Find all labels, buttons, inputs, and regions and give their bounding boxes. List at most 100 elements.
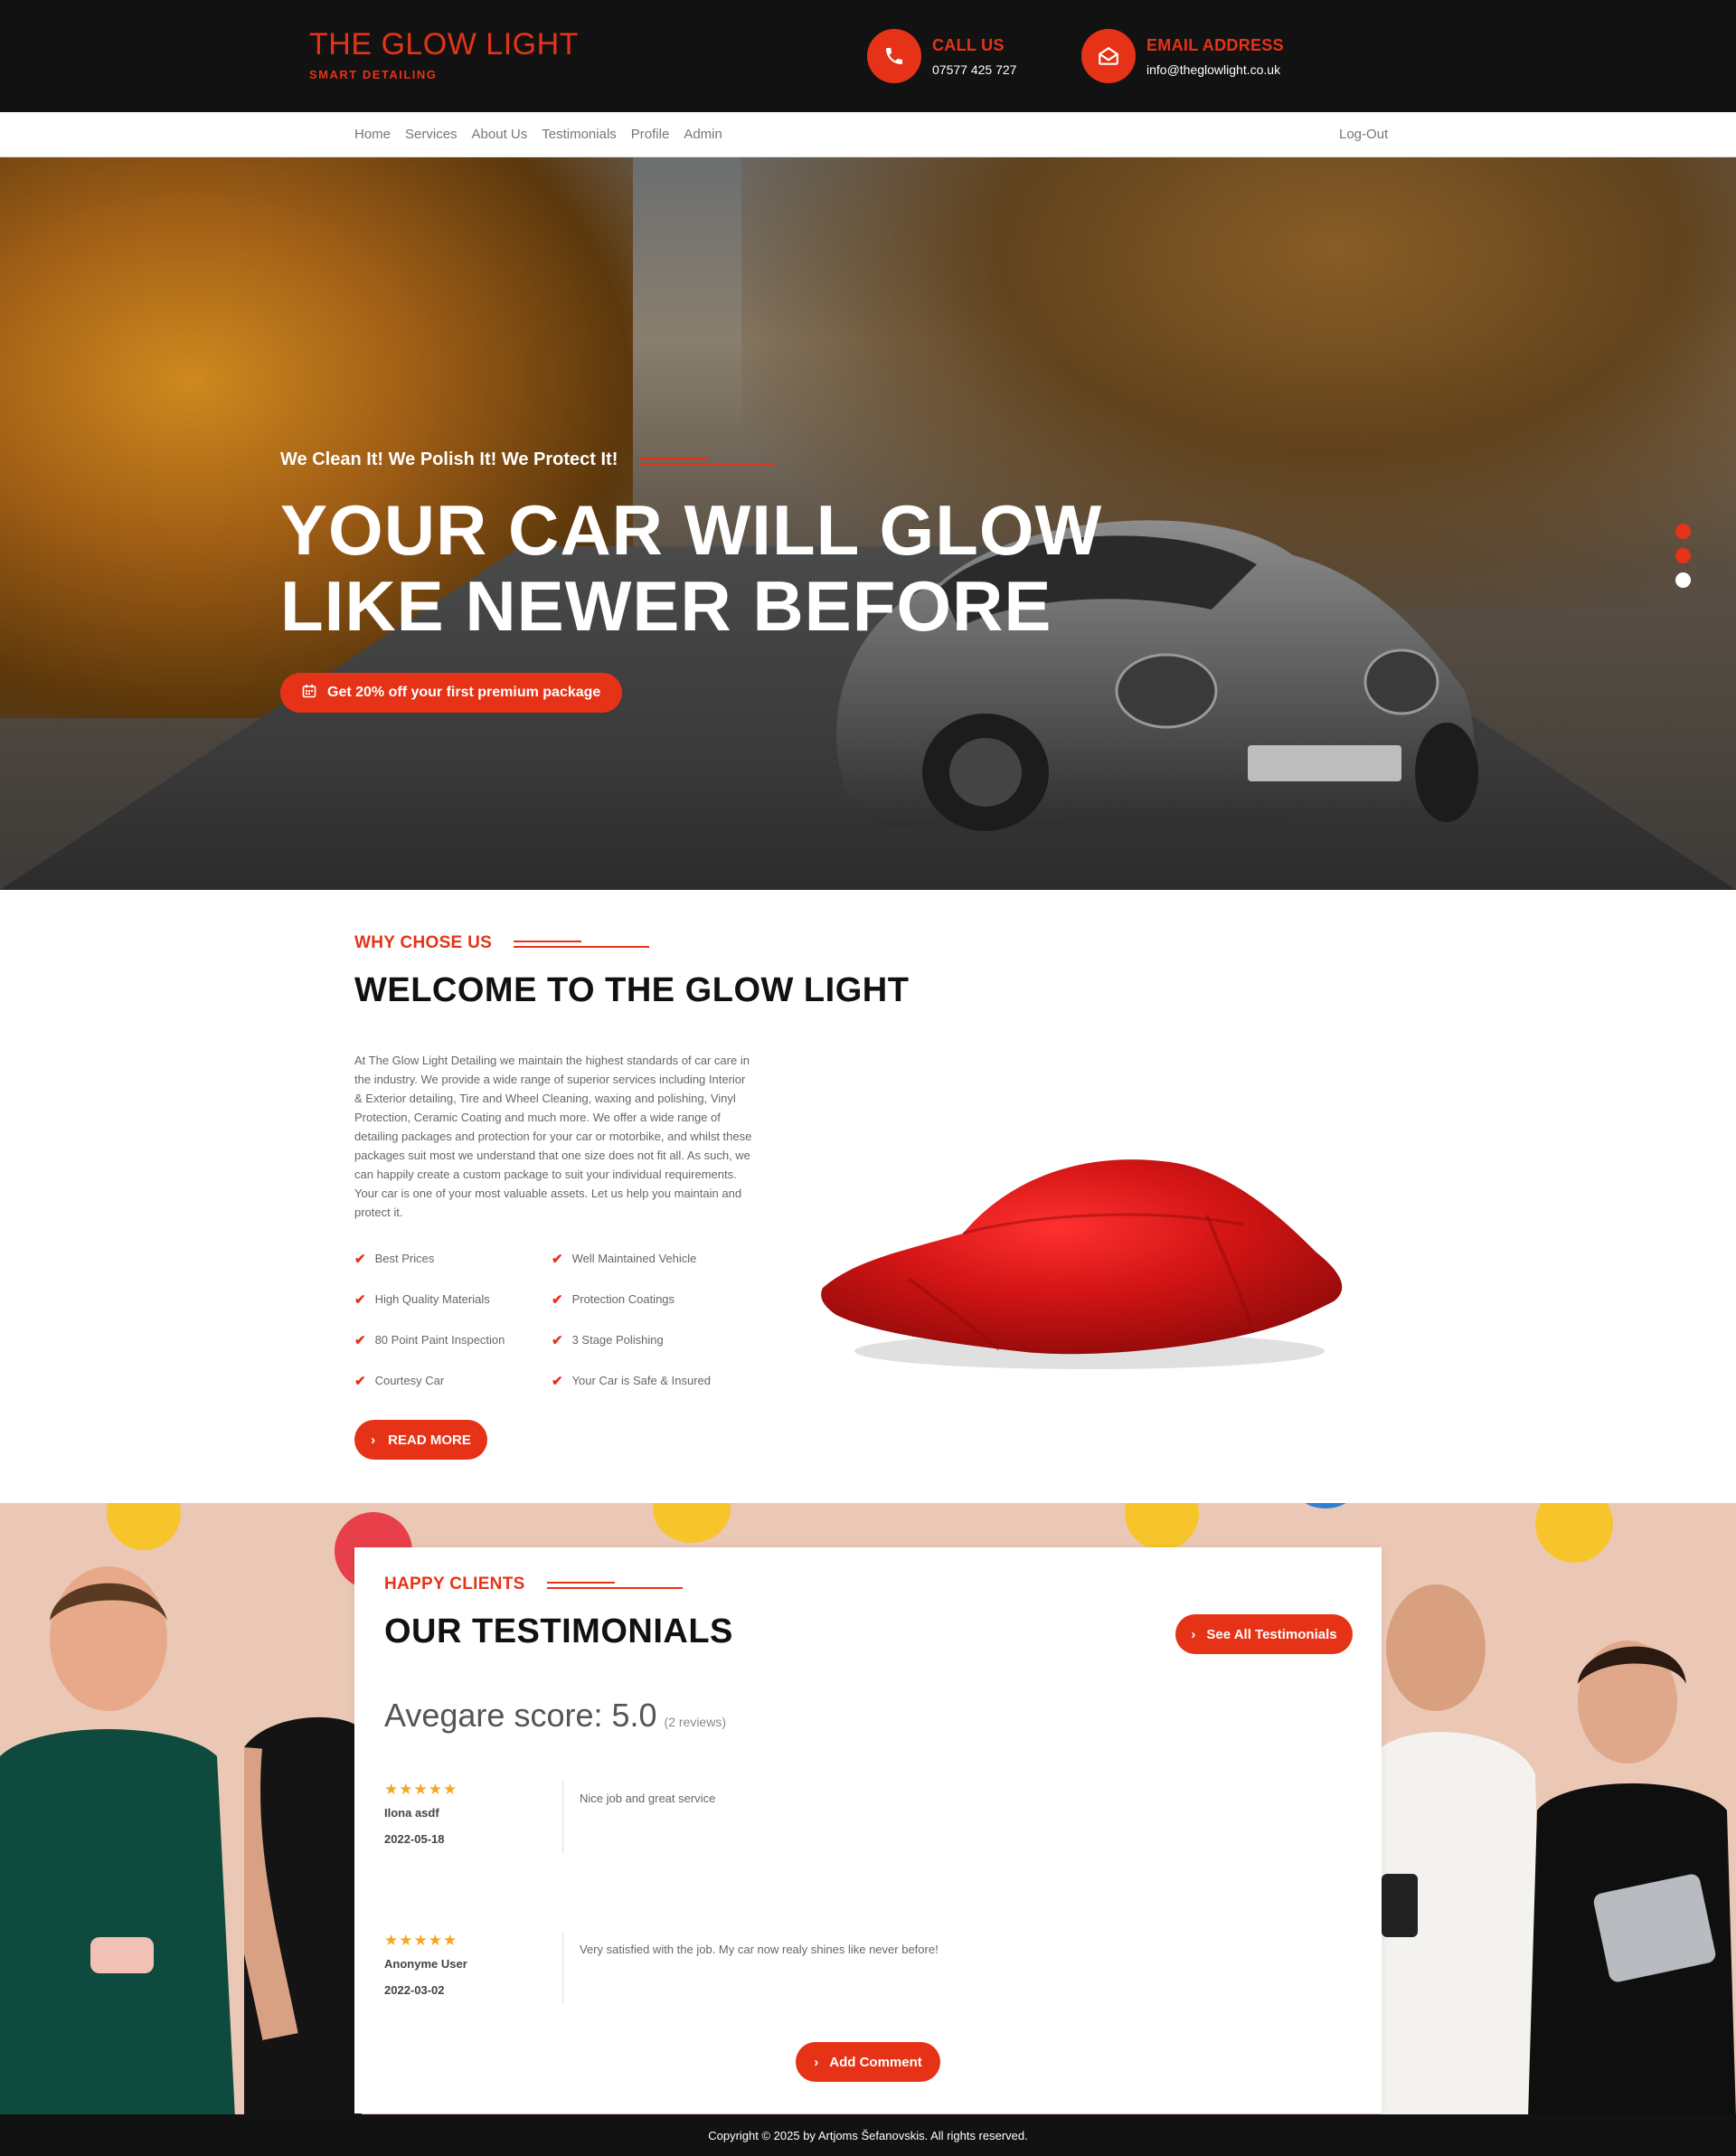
- feature-list: ✔ Best Prices ✔ Well Maintained Vehicle ✔ H…: [354, 1248, 749, 1391]
- feature-item: ✔ 80 Point Paint Inspection: [354, 1329, 552, 1350]
- email-address: info@theglowlight.co.uk: [1146, 61, 1281, 77]
- dizzy-emoji-icon: [1535, 1503, 1613, 1563]
- testimonials-title: OUR TESTIMONIALS: [384, 1612, 733, 1650]
- nav-profile[interactable]: Profile: [631, 127, 670, 142]
- about-eyebrow: WHY CHOSE US: [354, 933, 650, 953]
- feature-item: ✔ Courtesy Car: [354, 1370, 552, 1391]
- review-count: (2 reviews): [664, 1715, 726, 1729]
- check-icon: ✔: [552, 1251, 563, 1267]
- decorative-lines: [514, 938, 650, 949]
- feature-label: High Quality Materials: [374, 1292, 490, 1306]
- about-eyebrow-text: WHY CHOSE US: [354, 933, 493, 952]
- read-more-button[interactable]: › READ MORE: [354, 1420, 487, 1460]
- review-text: Very satisfied with the job. My car now …: [580, 1943, 939, 1956]
- envelope-open-icon: [1081, 29, 1136, 83]
- discount-cta-button[interactable]: Get 20% off your first premium package: [280, 673, 623, 713]
- review-item: ★★★★★ Anonyme User 2022-03-02 Very satis…: [384, 1932, 1352, 2004]
- woman-black-lace-image: [1528, 1641, 1736, 2114]
- star-rating-icon: ★★★★★: [384, 1932, 458, 1949]
- see-all-testimonials-button[interactable]: › See All Testimonials: [1175, 1614, 1353, 1654]
- nav-home[interactable]: Home: [354, 127, 391, 142]
- feature-item: ✔ Your Car is Safe & Insured: [552, 1370, 749, 1391]
- main-navigation: Home Services About Us Testimonials Prof…: [0, 112, 1736, 157]
- check-icon: ✔: [552, 1291, 563, 1308]
- testimonials-eyebrow: HAPPY CLIENTS: [384, 1574, 683, 1594]
- nav-services[interactable]: Services: [405, 127, 458, 142]
- feature-label: Protection Coatings: [571, 1292, 675, 1306]
- check-icon: ✔: [354, 1291, 366, 1308]
- covered-car-image: [821, 1159, 1343, 1369]
- feature-item: ✔ High Quality Materials: [354, 1289, 552, 1310]
- woman-tattoo-image: [244, 1716, 362, 2114]
- chevron-right-icon: ›: [371, 1432, 376, 1448]
- brand[interactable]: THE GLOW LIGHT SMART DETAILING: [309, 27, 579, 81]
- nav-about-us[interactable]: About Us: [472, 127, 528, 142]
- check-icon: ✔: [354, 1332, 366, 1348]
- average-score: Avegare score: 5.0 (2 reviews): [384, 1697, 726, 1735]
- slider-dot-2[interactable]: [1675, 548, 1691, 563]
- brand-tagline: SMART DETAILING: [309, 68, 438, 81]
- woman-green-shirt-image: [0, 1566, 235, 2114]
- call-us-block[interactable]: CALL US 07577 425 727: [867, 29, 1016, 83]
- phone-number: 07577 425 727: [932, 61, 1017, 77]
- slider-dot-3-active[interactable]: [1675, 572, 1691, 588]
- about-title: WELCOME TO THE GLOW LIGHT: [354, 971, 910, 1009]
- reviewer-name: Ilona asdf: [384, 1806, 439, 1820]
- hero-title-line1: YOUR CAR WILL GLOW: [280, 490, 1103, 570]
- add-comment-label: Add Comment: [829, 2054, 922, 2070]
- decorative-lines: [546, 1579, 683, 1590]
- feature-label: 80 Point Paint Inspection: [374, 1333, 505, 1347]
- testimonials-card: HAPPY CLIENTS OUR TESTIMONIALS › See All…: [354, 1547, 1382, 2113]
- about-section: WHY CHOSE US WELCOME TO THE GLOW LIGHT A…: [0, 890, 1736, 1503]
- like-emoji-icon: [1298, 1503, 1353, 1508]
- call-us-label: CALL US: [932, 35, 1005, 54]
- check-icon: ✔: [354, 1251, 366, 1267]
- chevron-right-icon: ›: [814, 2054, 819, 2070]
- feature-label: 3 Stage Polishing: [571, 1333, 664, 1347]
- divider: [562, 1781, 563, 1853]
- review-date: 2022-03-02: [384, 1983, 445, 1997]
- copyright-text: Copyright © 2025 by Artjoms Šefanovskis.…: [708, 2128, 1028, 2142]
- hero-title-line2: LIKE NEWER BEFORE: [280, 566, 1052, 646]
- read-more-label: READ MORE: [388, 1432, 471, 1448]
- feature-label: Courtesy Car: [374, 1374, 445, 1387]
- hero-slider: We Clean It! We Polish It! We Protect It…: [0, 157, 1736, 890]
- chevron-right-icon: ›: [1191, 1626, 1196, 1642]
- nav-admin[interactable]: Admin: [684, 127, 722, 142]
- review-date: 2022-05-18: [384, 1832, 445, 1846]
- decorative-lines: [639, 455, 776, 466]
- hero-title: YOUR CAR WILL GLOW LIKE NEWER BEFORE: [280, 492, 1102, 644]
- discount-cta-label: Get 20% off your first premium package: [327, 685, 601, 700]
- calendar-icon: [302, 684, 316, 703]
- laughing-emoji-icon: [653, 1503, 731, 1543]
- slider-dot-1[interactable]: [1675, 524, 1691, 539]
- reviewer-name: Anonyme User: [384, 1957, 467, 1971]
- check-icon: ✔: [552, 1373, 563, 1389]
- divider: [562, 1932, 563, 2004]
- testimonials-eyebrow-text: HAPPY CLIENTS: [384, 1574, 525, 1593]
- smile-emoji-icon: [107, 1503, 181, 1550]
- wow-emoji-icon: [1125, 1503, 1199, 1550]
- email-block[interactable]: EMAIL ADDRESS info@theglowlight.co.uk: [1081, 29, 1284, 83]
- email-label: EMAIL ADDRESS: [1146, 35, 1284, 54]
- feature-item: ✔ Best Prices: [354, 1248, 552, 1269]
- feature-label: Well Maintained Vehicle: [571, 1252, 697, 1265]
- feature-item: ✔ Protection Coatings: [552, 1289, 749, 1310]
- review-item: ★★★★★ Ilona asdf 2022-05-18 Nice job and…: [384, 1781, 1352, 1853]
- review-text: Nice job and great service: [580, 1792, 716, 1805]
- add-comment-button[interactable]: › Add Comment: [796, 2042, 940, 2082]
- brand-name: THE GLOW LIGHT: [309, 27, 579, 61]
- hero-tagline: We Clean It! We Polish It! We Protect It…: [280, 449, 776, 470]
- top-header: THE GLOW LIGHT SMART DETAILING CALL US 0…: [0, 0, 1736, 112]
- feature-label: Your Car is Safe & Insured: [571, 1374, 712, 1387]
- footer: Copyright © 2025 by Artjoms Šefanovskis.…: [0, 2114, 1736, 2156]
- man-white-shirt-image: [1382, 1584, 1544, 2114]
- star-rating-icon: ★★★★★: [384, 1781, 458, 1798]
- hero-tagline-text: We Clean It! We Polish It! We Protect It…: [280, 449, 618, 469]
- nav-logout[interactable]: Log-Out: [1339, 127, 1388, 142]
- feature-label: Best Prices: [374, 1252, 435, 1265]
- feature-item: ✔ 3 Stage Polishing: [552, 1329, 749, 1350]
- nav-testimonials[interactable]: Testimonials: [542, 127, 617, 142]
- check-icon: ✔: [552, 1332, 563, 1348]
- phone-icon: [867, 29, 921, 83]
